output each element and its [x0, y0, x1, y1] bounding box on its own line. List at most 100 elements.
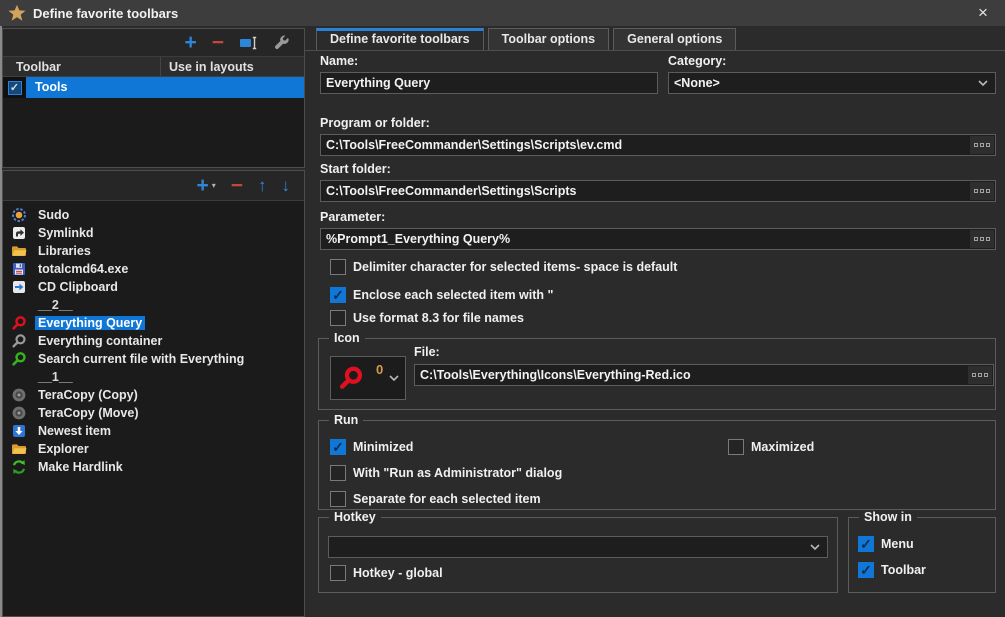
- icon-group-title: Icon: [329, 331, 365, 345]
- separate-checkbox-row: ✓ Separate for each selected item: [330, 491, 541, 507]
- toolbar-settings-button[interactable]: [274, 35, 290, 51]
- sudo-icon: [11, 207, 27, 223]
- separate-checkbox[interactable]: ✓: [330, 491, 346, 507]
- format83-checkbox[interactable]: ✓: [330, 310, 346, 326]
- favorites-list: Sudo Symlinkd Libraries: [3, 201, 304, 616]
- separate-label: Separate for each selected item: [353, 492, 541, 506]
- minus-icon: −: [212, 34, 224, 52]
- icon-file-value: C:\Tools\Everything\Icons\Everything-Red…: [420, 368, 691, 382]
- hotkey-global-checkbox-row: ✓ Hotkey - global: [330, 565, 443, 581]
- hotkey-global-checkbox[interactable]: ✓: [330, 565, 346, 581]
- show-in-menu-checkbox[interactable]: ✓: [858, 536, 874, 552]
- program-label: Program or folder:: [320, 116, 430, 130]
- list-item[interactable]: Sudo: [3, 206, 304, 224]
- start-folder-input[interactable]: C:\Tools\FreeCommander\Settings\Scripts: [320, 180, 996, 202]
- list-item[interactable]: Explorer: [3, 440, 304, 458]
- show-in-menu-checkbox-row: ✓ Menu: [858, 536, 914, 552]
- category-select[interactable]: <None>: [668, 72, 996, 94]
- circular-arrows-icon: [11, 459, 27, 475]
- add-item-button[interactable]: + ▾: [196, 177, 215, 195]
- list-item[interactable]: Search current file with Everything: [3, 350, 304, 368]
- icon-index-select[interactable]: 0: [330, 356, 406, 400]
- list-item-separator[interactable]: __1__: [3, 368, 304, 386]
- tools-checkbox[interactable]: ✓: [8, 81, 22, 95]
- parameter-browse-button[interactable]: [970, 230, 994, 248]
- list-item[interactable]: totalcmd64.exe: [3, 260, 304, 278]
- list-item[interactable]: Make Hardlink: [3, 458, 304, 476]
- column-use-in-layouts[interactable]: Use in layouts: [161, 57, 304, 76]
- name-label: Name:: [320, 54, 358, 68]
- list-item[interactable]: Everything container: [3, 332, 304, 350]
- start-folder-browse-button[interactable]: [970, 182, 994, 200]
- arrow-down-box-icon: [11, 423, 27, 439]
- remove-item-button[interactable]: −: [231, 177, 243, 195]
- toolbar-row-checkbox-cell: ✓: [3, 77, 26, 98]
- list-item[interactable]: TeraCopy (Move): [3, 404, 304, 422]
- delimiter-label: Delimiter character for selected items- …: [353, 260, 677, 274]
- list-item[interactable]: CD Clipboard: [3, 278, 304, 296]
- wrench-icon: [274, 35, 290, 51]
- icon-index-value: 0: [376, 362, 383, 377]
- list-item[interactable]: Symlinkd: [3, 224, 304, 242]
- star-icon: [8, 4, 26, 22]
- teracopy-icon: [11, 405, 27, 421]
- name-input[interactable]: Everything Query: [320, 72, 658, 94]
- folder-icon: [11, 243, 27, 259]
- enclose-checkbox[interactable]: ✓: [330, 287, 346, 303]
- hotkey-select[interactable]: [328, 536, 828, 558]
- list-item[interactable]: TeraCopy (Copy): [3, 386, 304, 404]
- chevron-down-icon: [810, 544, 820, 550]
- icon-file-input[interactable]: C:\Tools\Everything\Icons\Everything-Red…: [414, 364, 994, 386]
- program-browse-button[interactable]: [970, 136, 994, 154]
- minus-icon: −: [231, 177, 243, 195]
- program-input[interactable]: C:\Tools\FreeCommander\Settings\Scripts\…: [320, 134, 996, 156]
- list-item-selected[interactable]: Everything Query: [3, 314, 304, 332]
- tab-strip-underline: [305, 50, 1005, 51]
- format83-label: Use format 8.3 for file names: [353, 311, 524, 325]
- list-item-separator[interactable]: __2__: [3, 296, 304, 314]
- move-up-button[interactable]: ↑: [258, 177, 267, 195]
- tab-define-favorite-toolbars[interactable]: Define favorite toolbars: [316, 28, 484, 51]
- category-value: <None>: [674, 76, 720, 90]
- column-toolbar[interactable]: Toolbar: [3, 57, 161, 76]
- rename-icon: [239, 35, 259, 51]
- category-label: Category:: [668, 54, 726, 68]
- magnifier-red-icon: [338, 365, 364, 391]
- tab-toolbar-options[interactable]: Toolbar options: [488, 28, 610, 51]
- arrow-down-icon: ↓: [282, 177, 291, 195]
- minimized-checkbox-row: ✓ Minimized: [330, 439, 413, 455]
- show-in-toolbar-checkbox[interactable]: ✓: [858, 562, 874, 578]
- toolbar-list-header: Toolbar Use in layouts: [3, 57, 304, 77]
- chevron-down-icon: [978, 80, 988, 86]
- arrow-up-icon: ↑: [258, 177, 267, 195]
- show-in-menu-label: Menu: [881, 537, 914, 551]
- magnifier-gray-icon: [11, 333, 27, 349]
- delimiter-checkbox[interactable]: ✓: [330, 259, 346, 275]
- list-item[interactable]: Libraries: [3, 242, 304, 260]
- favorites-panel-toolbar: + ▾ − ↑ ↓: [3, 171, 304, 201]
- toolbar-row-tools[interactable]: ✓ Tools: [3, 77, 304, 98]
- remove-toolbar-button[interactable]: −: [212, 34, 224, 52]
- format83-checkbox-row: ✓ Use format 8.3 for file names: [330, 310, 524, 326]
- show-in-group-title: Show in: [859, 510, 917, 524]
- add-toolbar-button[interactable]: +: [184, 34, 196, 52]
- icon-file-browse-button[interactable]: [968, 366, 992, 384]
- folder-icon: [11, 441, 27, 457]
- plus-icon: +: [196, 177, 208, 195]
- run-as-admin-checkbox-row: ✓ With "Run as Administrator" dialog: [330, 465, 562, 481]
- minimized-checkbox[interactable]: ✓: [330, 439, 346, 455]
- maximized-checkbox[interactable]: ✓: [728, 439, 744, 455]
- run-as-admin-checkbox[interactable]: ✓: [330, 465, 346, 481]
- shortcut-arrow-icon: [11, 225, 27, 241]
- parameter-input[interactable]: %Prompt1_Everything Query%: [320, 228, 996, 250]
- tab-general-options[interactable]: General options: [613, 28, 736, 51]
- parameter-label: Parameter:: [320, 210, 385, 224]
- close-icon[interactable]: ×: [969, 1, 997, 25]
- start-folder-value: C:\Tools\FreeCommander\Settings\Scripts: [326, 184, 577, 198]
- move-down-button[interactable]: ↓: [282, 177, 291, 195]
- toolbars-panel-toolbar: + −: [3, 29, 304, 57]
- enclose-checkbox-row: ✓ Enclose each selected item with ": [330, 287, 553, 303]
- run-as-admin-label: With "Run as Administrator" dialog: [353, 466, 562, 480]
- list-item[interactable]: Newest item: [3, 422, 304, 440]
- rename-toolbar-button[interactable]: [239, 35, 259, 51]
